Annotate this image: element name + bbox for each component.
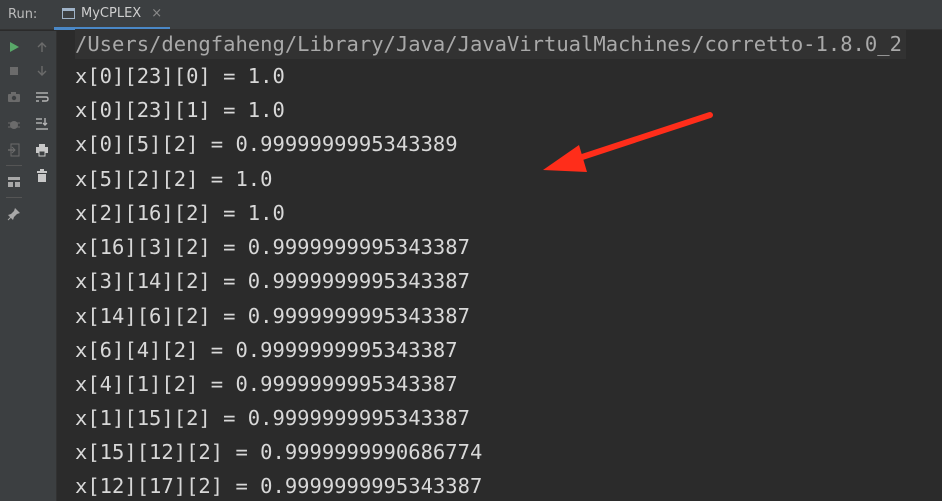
tab-mycplex[interactable]: MyCPLEX ×: [54, 0, 171, 30]
console-line: x[3][14][2] = 0.9999999995343387: [75, 269, 470, 293]
console-line: x[2][16][2] = 1.0: [75, 201, 285, 225]
annotation-arrow-icon: [543, 112, 713, 172]
console-command-line: /Users/dengfaheng/Library/Java/JavaVirtu…: [75, 29, 906, 59]
trash-icon[interactable]: [31, 165, 53, 187]
run-label: Run:: [8, 7, 38, 22]
console-line: x[0][23][0] = 1.0: [75, 64, 285, 88]
run-toolbar: Run: MyCPLEX ×: [0, 0, 942, 30]
print-icon[interactable]: [31, 139, 53, 161]
gutter-separator: [6, 197, 22, 198]
console-line: x[0][23][1] = 1.0: [75, 98, 285, 122]
tab-title: MyCPLEX: [81, 5, 142, 21]
console-line: x[12][17][2] = 0.9999999995343387: [75, 474, 483, 498]
debug-icon[interactable]: [3, 113, 25, 135]
console-line: x[4][1][2] = 0.9999999995343387: [75, 372, 458, 396]
exit-icon[interactable]: [3, 139, 25, 161]
close-icon[interactable]: ×: [151, 6, 162, 21]
console-line: x[0][5][2] = 0.9999999995343389: [75, 132, 458, 156]
console-line: x[14][6][2] = 0.9999999995343387: [75, 304, 470, 328]
stop-icon[interactable]: [3, 60, 25, 82]
console-line: x[16][3][2] = 0.9999999995343387: [75, 235, 470, 259]
layout-icon[interactable]: [3, 171, 25, 193]
gutter-separator: [6, 165, 22, 166]
arrow-down-icon[interactable]: [31, 60, 53, 82]
soft-wrap-icon[interactable]: [31, 86, 53, 108]
scroll-to-end-icon[interactable]: [31, 113, 53, 135]
arrow-up-icon[interactable]: [31, 36, 53, 58]
console-line: x[1][15][2] = 0.9999999995343387: [75, 406, 470, 430]
console-tab-icon: [62, 7, 75, 19]
console-line: x[5][2][2] = 1.0: [75, 167, 273, 191]
run-tool-gutter: [0, 31, 57, 501]
pin-icon[interactable]: [3, 203, 25, 225]
console-line: x[15][12][2] = 0.9999999990686774: [75, 440, 483, 464]
console-output[interactable]: /Users/dengfaheng/Library/Java/JavaVirtu…: [57, 29, 942, 501]
console-line: x[6][4][2] = 0.9999999995343387: [75, 338, 458, 362]
run-icon[interactable]: [3, 36, 25, 58]
camera-icon[interactable]: [3, 86, 25, 108]
